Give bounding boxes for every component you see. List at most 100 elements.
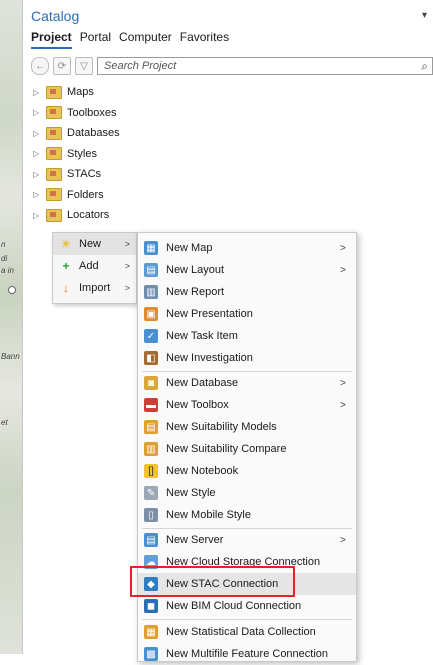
map-label: n xyxy=(1,240,6,249)
menu-item-label: New Notebook xyxy=(166,465,239,477)
menu-item-add[interactable]: + Add > xyxy=(53,255,136,277)
tab-portal[interactable]: Portal xyxy=(80,30,111,49)
menu-item-new-presentation[interactable]: ▣ New Presentation xyxy=(138,303,356,325)
expand-icon[interactable]: ▷ xyxy=(33,170,41,179)
chevron-right-icon: > xyxy=(124,283,130,293)
catalog-tabs: Project Portal Computer Favorites xyxy=(31,30,229,49)
server-icon: ▤ xyxy=(144,533,158,547)
suitability-compare-icon: ▥ xyxy=(144,442,158,456)
menu-item-new-server[interactable]: ▤ New Server > xyxy=(138,529,356,551)
cloud-storage-icon: ☁ xyxy=(144,555,158,569)
menu-item-new-cloud-storage-connection[interactable]: ☁ New Cloud Storage Connection xyxy=(138,551,356,573)
tree-item-locators[interactable]: ▷ Locators xyxy=(33,205,120,226)
menu-item-new-task-item[interactable]: ✓ New Task Item xyxy=(138,325,356,347)
map-view[interactable]: n di a in Bann et xyxy=(0,0,23,654)
menu-item-new-stac-connection[interactable]: ◆ New STAC Connection xyxy=(138,573,356,595)
menu-item-label: Add xyxy=(79,260,99,272)
menu-item-new-suitability-compare[interactable]: ▥ New Suitability Compare xyxy=(138,438,356,460)
pane-title: Catalog xyxy=(31,8,80,24)
locators-folder-icon xyxy=(46,208,62,222)
menu-item-label: New Multifile Feature Connection xyxy=(166,648,329,660)
menu-item-label: New Statistical Data Collection xyxy=(166,626,316,638)
menu-item-new-bim-cloud-connection[interactable]: ◼ New BIM Cloud Connection xyxy=(138,595,356,617)
filter-icon[interactable]: ▽ xyxy=(75,57,93,75)
tree-item-folders[interactable]: ▷ Folders xyxy=(33,185,120,206)
expand-icon[interactable]: ▷ xyxy=(33,211,41,220)
menu-item-new-layout[interactable]: ▤ New Layout > xyxy=(138,259,356,281)
search-box: ⌕ xyxy=(97,57,433,75)
search-icon[interactable]: ⌕ xyxy=(421,59,428,74)
import-arrow-icon: ↓ xyxy=(63,281,69,295)
expand-icon[interactable]: ▷ xyxy=(33,149,41,158)
sparkle-icon: ✳ xyxy=(60,237,72,251)
expand-icon[interactable]: ▷ xyxy=(33,108,41,117)
refresh-icon[interactable]: ⟳ xyxy=(53,57,71,75)
tab-computer[interactable]: Computer xyxy=(119,30,172,49)
report-icon: ▥ xyxy=(144,285,158,299)
tree-item-databases[interactable]: ▷ Databases xyxy=(33,123,120,144)
expand-icon[interactable]: ▷ xyxy=(33,190,41,199)
menu-item-label: New Report xyxy=(166,286,225,298)
map-label: di xyxy=(1,254,8,263)
menu-item-new-notebook[interactable]: [] New Notebook xyxy=(138,460,356,482)
menu-item-label: New Toolbox xyxy=(166,399,229,411)
multifile-feature-icon: ▩ xyxy=(144,647,158,661)
search-input[interactable] xyxy=(102,59,422,73)
menu-item-new-style[interactable]: ✎ New Style xyxy=(138,482,356,504)
menu-item-label: New Task Item xyxy=(166,330,238,342)
presentation-icon: ▣ xyxy=(144,307,158,321)
tree-item-toolboxes[interactable]: ▷ Toolboxes xyxy=(33,103,120,124)
database-icon: ◙ xyxy=(144,376,158,390)
tree-item-maps[interactable]: ▷ Maps xyxy=(33,82,120,103)
style-icon: ✎ xyxy=(144,486,158,500)
menu-item-new-multifile-feature-connection[interactable]: ▩ New Multifile Feature Connection xyxy=(138,643,356,665)
tree-item-styles[interactable]: ▷ Styles xyxy=(33,144,120,165)
menu-item-new-mobile-style[interactable]: ▯ New Mobile Style xyxy=(138,504,356,526)
tree-item-label: Locators xyxy=(67,209,110,222)
menu-item-label: New Server xyxy=(166,534,224,546)
menu-item-new-toolbox[interactable]: ▬ New Toolbox > xyxy=(138,394,356,416)
menu-item-label: New Style xyxy=(166,487,216,499)
map-label: Bann xyxy=(1,352,20,361)
styles-folder-icon xyxy=(46,147,62,161)
menu-separator xyxy=(142,619,352,620)
menu-item-new-suitability-models[interactable]: ▤ New Suitability Models xyxy=(138,416,356,438)
chevron-right-icon: > xyxy=(124,239,130,249)
map-icon: ▦ xyxy=(144,241,158,255)
pane-options-button[interactable]: ▾ xyxy=(422,10,427,21)
menu-item-new-report[interactable]: ▥ New Report xyxy=(138,281,356,303)
chevron-right-icon: > xyxy=(340,377,346,389)
bim-cloud-icon: ◼ xyxy=(144,599,158,613)
toolboxes-folder-icon xyxy=(46,106,62,120)
menu-item-new-statistical-data-collection[interactable]: ▦ New Statistical Data Collection xyxy=(138,621,356,643)
expand-icon[interactable]: ▷ xyxy=(33,88,41,97)
menu-item-new[interactable]: ✳ New > xyxy=(53,233,136,255)
back-icon[interactable]: ← xyxy=(31,57,49,75)
map-point xyxy=(8,286,16,294)
menu-item-import[interactable]: ↓ Import > xyxy=(53,277,136,299)
suitability-model-icon: ▤ xyxy=(144,420,158,434)
new-submenu: ▦ New Map > ▤ New Layout > ▥ New Report … xyxy=(137,232,357,662)
notebook-icon: [] xyxy=(144,464,158,478)
catalog-toolbar: ← ⟳ ▽ ⌕ xyxy=(31,56,433,76)
map-label: a in xyxy=(1,266,14,275)
menu-item-label: New Database xyxy=(166,377,239,389)
menu-item-new-database[interactable]: ◙ New Database > xyxy=(138,372,356,394)
catalog-tree: ▷ Maps ▷ Toolboxes ▷ Databases ▷ Styles … xyxy=(33,82,120,226)
menu-item-new-investigation[interactable]: ◧ New Investigation xyxy=(138,347,356,369)
chevron-right-icon: > xyxy=(340,534,346,546)
tree-item-stacs[interactable]: ▷ STACs xyxy=(33,164,120,185)
menu-item-label: New Presentation xyxy=(166,308,253,320)
map-label: et xyxy=(1,418,8,427)
tab-project[interactable]: Project xyxy=(31,30,72,49)
context-menu: ✳ New > + Add > ↓ Import > xyxy=(52,232,137,304)
menu-item-new-map[interactable]: ▦ New Map > xyxy=(138,237,356,259)
investigation-icon: ◧ xyxy=(144,351,158,365)
chevron-right-icon: > xyxy=(340,264,346,276)
chevron-right-icon: > xyxy=(124,261,130,271)
tab-favorites[interactable]: Favorites xyxy=(180,30,229,49)
tree-item-label: STACs xyxy=(67,168,102,181)
menu-item-label: New Map xyxy=(166,242,213,254)
menu-item-label: New Layout xyxy=(166,264,225,276)
expand-icon[interactable]: ▷ xyxy=(33,129,41,138)
